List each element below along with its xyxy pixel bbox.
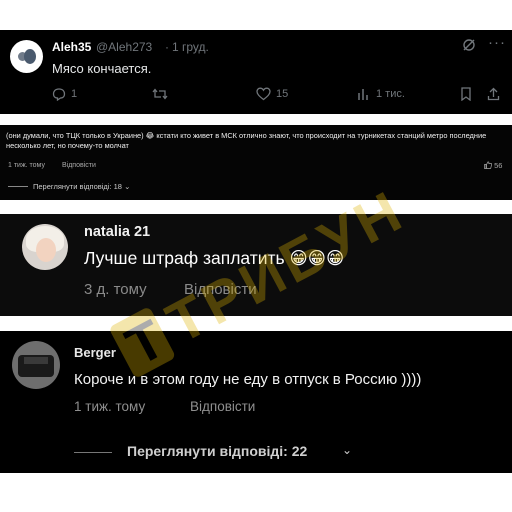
- x-post: Aleh35 @Aleh273 · 1 груд. ··· Мясо конча…: [0, 30, 512, 114]
- share-button[interactable]: [487, 87, 500, 101]
- like-button[interactable]: 56: [484, 161, 502, 170]
- thumbs-up-icon: [484, 161, 493, 169]
- bookmark-icon: [461, 87, 471, 101]
- author-handle[interactable]: @Aleh273: [96, 40, 152, 54]
- username[interactable]: Berger: [74, 345, 116, 360]
- avatar[interactable]: [22, 224, 68, 270]
- avatar[interactable]: [10, 40, 43, 73]
- views-button[interactable]: 1 тис.: [357, 87, 405, 101]
- author-name[interactable]: Aleh35: [52, 40, 91, 54]
- comment-time: 1 тиж. тому: [74, 399, 146, 414]
- share-icon: [487, 87, 500, 101]
- post-date[interactable]: 1 груд.: [172, 40, 209, 54]
- avatar[interactable]: [12, 341, 60, 389]
- like-icon: [256, 87, 271, 101]
- view-replies-button[interactable]: Переглянути відповіді: 22: [127, 443, 307, 459]
- comment-time: 3 д. тому: [84, 281, 147, 298]
- like-count: 15: [276, 88, 289, 100]
- grok-icon[interactable]: [462, 38, 476, 55]
- view-replies-label: Переглянути відповіді: 18: [33, 182, 122, 191]
- comment-time: 1 тиж. тому: [8, 162, 45, 169]
- youtube-comment: (они думали, что ТЦК только в Украине) 😂…: [0, 125, 512, 200]
- like-count: 56: [494, 161, 503, 170]
- separator: ·: [165, 40, 169, 54]
- tiktok-comment: natalia 21 Лучше штраф заплатить 😁😁😁 3 д…: [0, 214, 512, 316]
- chevron-down-icon: ⌄: [124, 182, 131, 191]
- bookmark-button[interactable]: [460, 87, 472, 101]
- views-count: 1 тис.: [376, 88, 405, 100]
- comment-text: Короче и в этом году не еду в отпуск в Р…: [74, 371, 422, 388]
- divider: [8, 186, 28, 187]
- comment-text: Лучше штраф заплатить 😁😁😁: [84, 248, 345, 268]
- like-button[interactable]: 15: [256, 87, 288, 101]
- chevron-down-icon[interactable]: ⌄: [342, 443, 352, 457]
- reply-button[interactable]: Відповісти: [62, 162, 96, 169]
- repost-button[interactable]: [152, 87, 168, 101]
- view-replies-button[interactable]: Переглянути відповіді: 18 ⌄: [33, 182, 130, 191]
- reply-button[interactable]: Відповісти: [184, 281, 257, 298]
- reply-button[interactable]: 1: [52, 87, 77, 101]
- views-icon: [358, 89, 368, 100]
- reply-count: 1: [71, 88, 78, 100]
- reply-button[interactable]: Відповісти: [190, 399, 255, 414]
- reply-icon: [52, 88, 66, 101]
- more-icon[interactable]: ···: [488, 34, 506, 51]
- repost-icon: [152, 88, 168, 100]
- post-text: Мясо кончается.: [52, 61, 152, 76]
- divider: [74, 452, 112, 453]
- tiktok-comment: Berger Короче и в этом году не еду в отп…: [0, 331, 512, 473]
- username[interactable]: natalia 21: [84, 224, 150, 240]
- comment-text: (они думали, что ТЦК только в Украине) 😂…: [6, 131, 487, 150]
